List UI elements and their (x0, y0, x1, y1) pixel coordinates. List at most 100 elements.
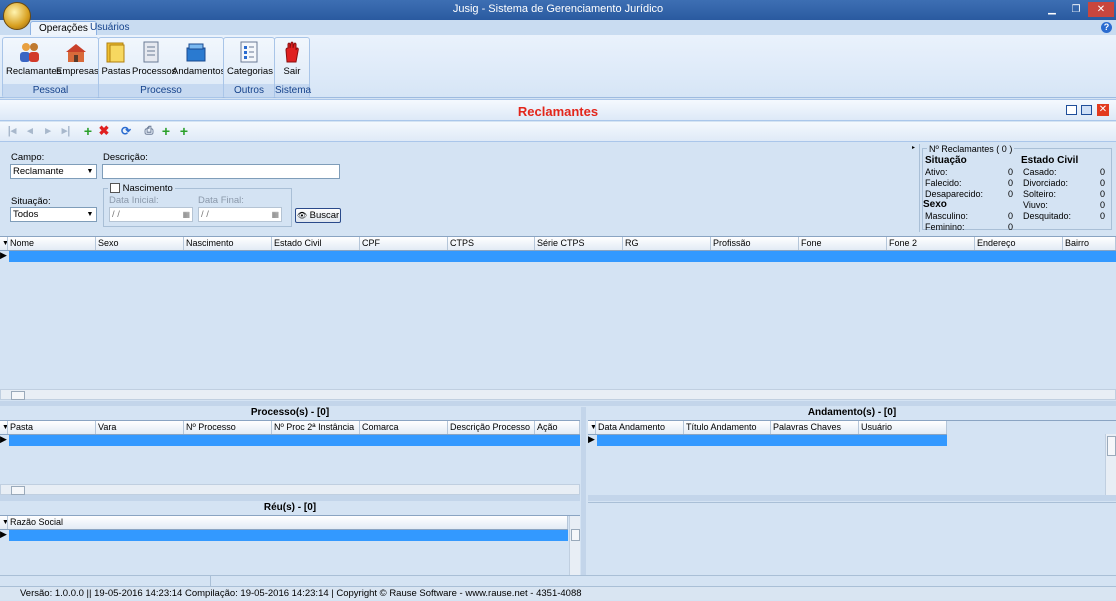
cascade-icon[interactable] (1081, 105, 1092, 115)
vertical-scrollbar[interactable] (1105, 434, 1116, 495)
column-header[interactable]: Fone 2 (887, 237, 975, 250)
stat-label: Desaparecido: (925, 189, 984, 199)
column-header[interactable]: CPF (360, 237, 448, 250)
column-header[interactable]: Estado Civil (272, 237, 360, 250)
next-record-icon[interactable]: ▸ (42, 125, 54, 137)
sair-button[interactable]: Sair (278, 40, 306, 77)
stat-label: Desquitado: (1023, 211, 1072, 221)
vertical-splitter[interactable] (581, 407, 586, 575)
horizontal-splitter[interactable] (0, 401, 1116, 406)
stat-value: 0 (1100, 189, 1106, 199)
vertical-scrollbar[interactable] (569, 516, 580, 575)
column-header[interactable]: Nascimento (184, 237, 272, 250)
categorias-button[interactable]: Categorias (227, 40, 273, 77)
add-tertiary-icon[interactable]: + (178, 124, 190, 138)
campo-select[interactable]: Reclamante ▼ (10, 164, 97, 179)
column-header[interactable]: Data Andamento (596, 421, 684, 434)
search-icon: 👁 (296, 211, 307, 220)
column-header[interactable]: Sexo (96, 237, 184, 250)
horizontal-splitter-bottom-right[interactable] (588, 495, 1116, 501)
ribbon: Reclamantes Empresas Pessoal Pastas Proc… (0, 35, 1116, 98)
horizontal-scrollbar[interactable] (0, 484, 580, 495)
column-header[interactable]: Razão Social (8, 516, 568, 529)
processos-grid[interactable]: ▼ Pasta Vara Nº Processo Nº Proc 2ª Inst… (0, 420, 580, 495)
column-header[interactable]: Comarca (360, 421, 448, 434)
column-header[interactable]: Palavras Chaves (771, 421, 859, 434)
reclamantes-grid[interactable]: ▼ Nome Sexo Nascimento Estado Civil CPF … (0, 236, 1116, 401)
processos-title: Processo(s) - [0] (0, 407, 580, 419)
help-icon[interactable]: ? (1101, 22, 1112, 33)
maximize-button[interactable]: ❐ (1064, 2, 1088, 17)
grid-header: ▼ Data Andamento Título Andamento Palavr… (588, 421, 947, 435)
empresas-button[interactable]: Empresas (56, 40, 99, 77)
add-secondary-icon[interactable]: + (160, 124, 172, 138)
table-row[interactable] (9, 530, 568, 541)
last-record-icon[interactable]: ▸| (60, 125, 72, 137)
horizontal-splitter-bottom-left[interactable] (0, 495, 580, 501)
title-bar: Jusig - Sistema de Gerenciamento Jurídic… (0, 0, 1116, 20)
table-row[interactable] (597, 435, 947, 446)
column-selector-icon[interactable]: ▼ (0, 421, 8, 434)
processos-button[interactable]: Processos (132, 40, 176, 77)
table-row[interactable] (9, 251, 1116, 262)
column-header[interactable]: RG (623, 237, 711, 250)
column-header[interactable]: Título Andamento (684, 421, 771, 434)
prev-record-icon[interactable]: ◂ (24, 125, 36, 137)
toolbar: |◂ ◂ ▸ ▸| + ✖ ⟳ ⎙ + + (0, 122, 1116, 142)
andamentos-grid[interactable]: ▼ Data Andamento Título Andamento Palavr… (588, 420, 1116, 495)
data-final-input[interactable]: / / ▦ (198, 207, 282, 222)
column-header[interactable]: Usuário (859, 421, 947, 434)
stat-label: Masculino: (925, 211, 969, 221)
print-icon[interactable]: ⎙ (143, 125, 155, 137)
column-header[interactable]: Nº Processo (184, 421, 272, 434)
column-header[interactable]: Vara (96, 421, 184, 434)
refresh-icon[interactable]: ⟳ (120, 125, 132, 137)
column-header[interactable]: Pasta (8, 421, 96, 434)
column-header[interactable]: Bairro (1063, 237, 1116, 250)
calendar-icon[interactable]: ▦ (271, 208, 279, 221)
table-row[interactable] (9, 435, 580, 446)
nascimento-checkbox[interactable] (110, 183, 120, 194)
column-selector-icon[interactable]: ▼ (0, 516, 8, 529)
group-label-pessoal: Pessoal (3, 84, 98, 97)
tab-usuarios[interactable]: Usuários (82, 21, 137, 35)
tile-icon[interactable] (1066, 105, 1077, 115)
app-logo-icon[interactable] (3, 2, 31, 30)
close-button[interactable]: ✕ (1088, 2, 1114, 17)
column-header[interactable]: Fone (799, 237, 887, 250)
calendar-icon[interactable]: ▦ (182, 208, 190, 221)
column-selector-icon[interactable]: ▼ (0, 237, 8, 250)
stat-value: 0 (1100, 211, 1106, 221)
reclamantes-button[interactable]: Reclamantes (6, 40, 61, 77)
column-header[interactable]: Profissão (711, 237, 799, 250)
data-inicial-input[interactable]: / / ▦ (109, 207, 193, 222)
column-header[interactable]: Descrição Processo (448, 421, 535, 434)
column-header[interactable]: CTPS (448, 237, 535, 250)
buscar-button[interactable]: 👁 Buscar (295, 208, 341, 223)
column-header[interactable]: Endereço (975, 237, 1063, 250)
minimize-button[interactable]: ▁ (1040, 2, 1064, 17)
column-header[interactable]: Nº Proc 2ª Instância (272, 421, 360, 434)
descricao-input[interactable] (102, 164, 340, 179)
delete-icon[interactable]: ✖ (98, 124, 110, 137)
andamentos-button[interactable]: Andamentos (172, 40, 225, 77)
stop-hand-icon (280, 40, 304, 64)
stats-collapse-handle[interactable]: ▸ (912, 144, 920, 232)
status-bar: Versão: 1.0.0.0 || 19-05-2016 14:23:14 C… (0, 586, 1116, 600)
column-header[interactable]: Série CTPS (535, 237, 623, 250)
column-header[interactable]: Ação (535, 421, 580, 434)
horizontal-scrollbar[interactable] (0, 389, 1116, 400)
pastas-button[interactable]: Pastas (101, 40, 131, 77)
reus-grid[interactable]: ▼ Razão Social ▶ (0, 515, 580, 575)
add-icon[interactable]: + (82, 124, 94, 138)
situacao-select[interactable]: Todos ▼ (10, 207, 97, 222)
first-record-icon[interactable]: |◂ (6, 125, 18, 137)
stat-label: Falecido: (925, 178, 962, 188)
column-header[interactable]: Nome (8, 237, 96, 250)
stat-value: 0 (1008, 167, 1014, 177)
status-text: Versão: 1.0.0.0 || 19-05-2016 14:23:14 C… (20, 588, 582, 599)
close-panel-icon[interactable]: ✕ (1097, 104, 1109, 116)
stat-value: 0 (1008, 222, 1014, 232)
stats-title: Nº Reclamantes ( 0 ) (927, 144, 1015, 154)
column-selector-icon[interactable]: ▼ (588, 421, 596, 434)
